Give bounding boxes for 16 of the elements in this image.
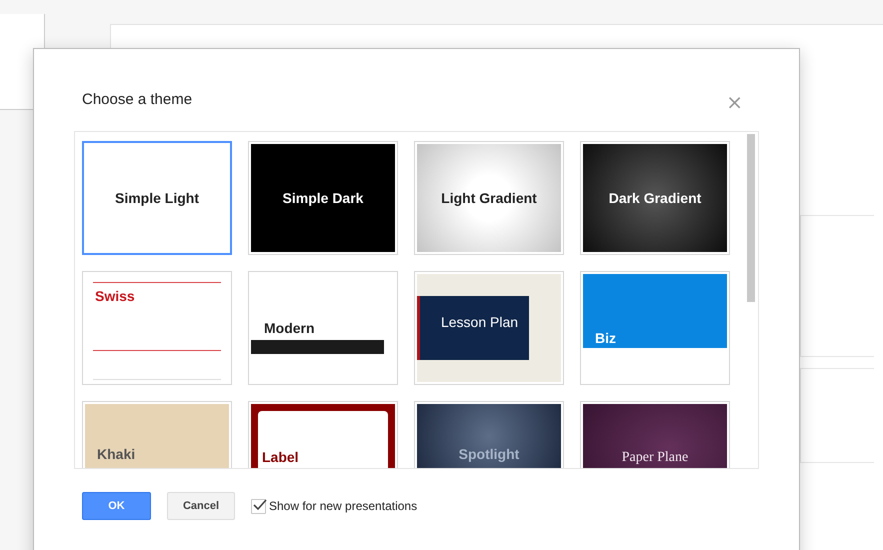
dialog-title: Choose a theme [82,90,192,108]
theme-tile[interactable]: Simple Light [82,141,232,255]
theme-tile[interactable]: Khaki [82,401,232,468]
theme-tile[interactable]: Simple Dark [248,141,398,255]
scrollbar-thumb[interactable] [747,134,755,302]
checkbox-label: Show for new presentations [269,499,418,513]
checkbox[interactable] [251,498,266,514]
theme-tile[interactable]: Dark Gradient [580,141,730,255]
theme-tile[interactable]: Paper Plane [580,401,730,468]
theme-tile[interactable]: Swiss [82,271,232,385]
theme-tile[interactable]: Light Gradient [414,141,564,255]
theme-tile[interactable]: Lesson Plan [414,271,564,385]
theme-tile[interactable]: Biz [580,271,730,385]
cancel-button[interactable]: Cancel [167,492,235,520]
theme-tile[interactable]: Label [248,401,398,468]
theme-tile[interactable]: Modern [248,271,398,385]
